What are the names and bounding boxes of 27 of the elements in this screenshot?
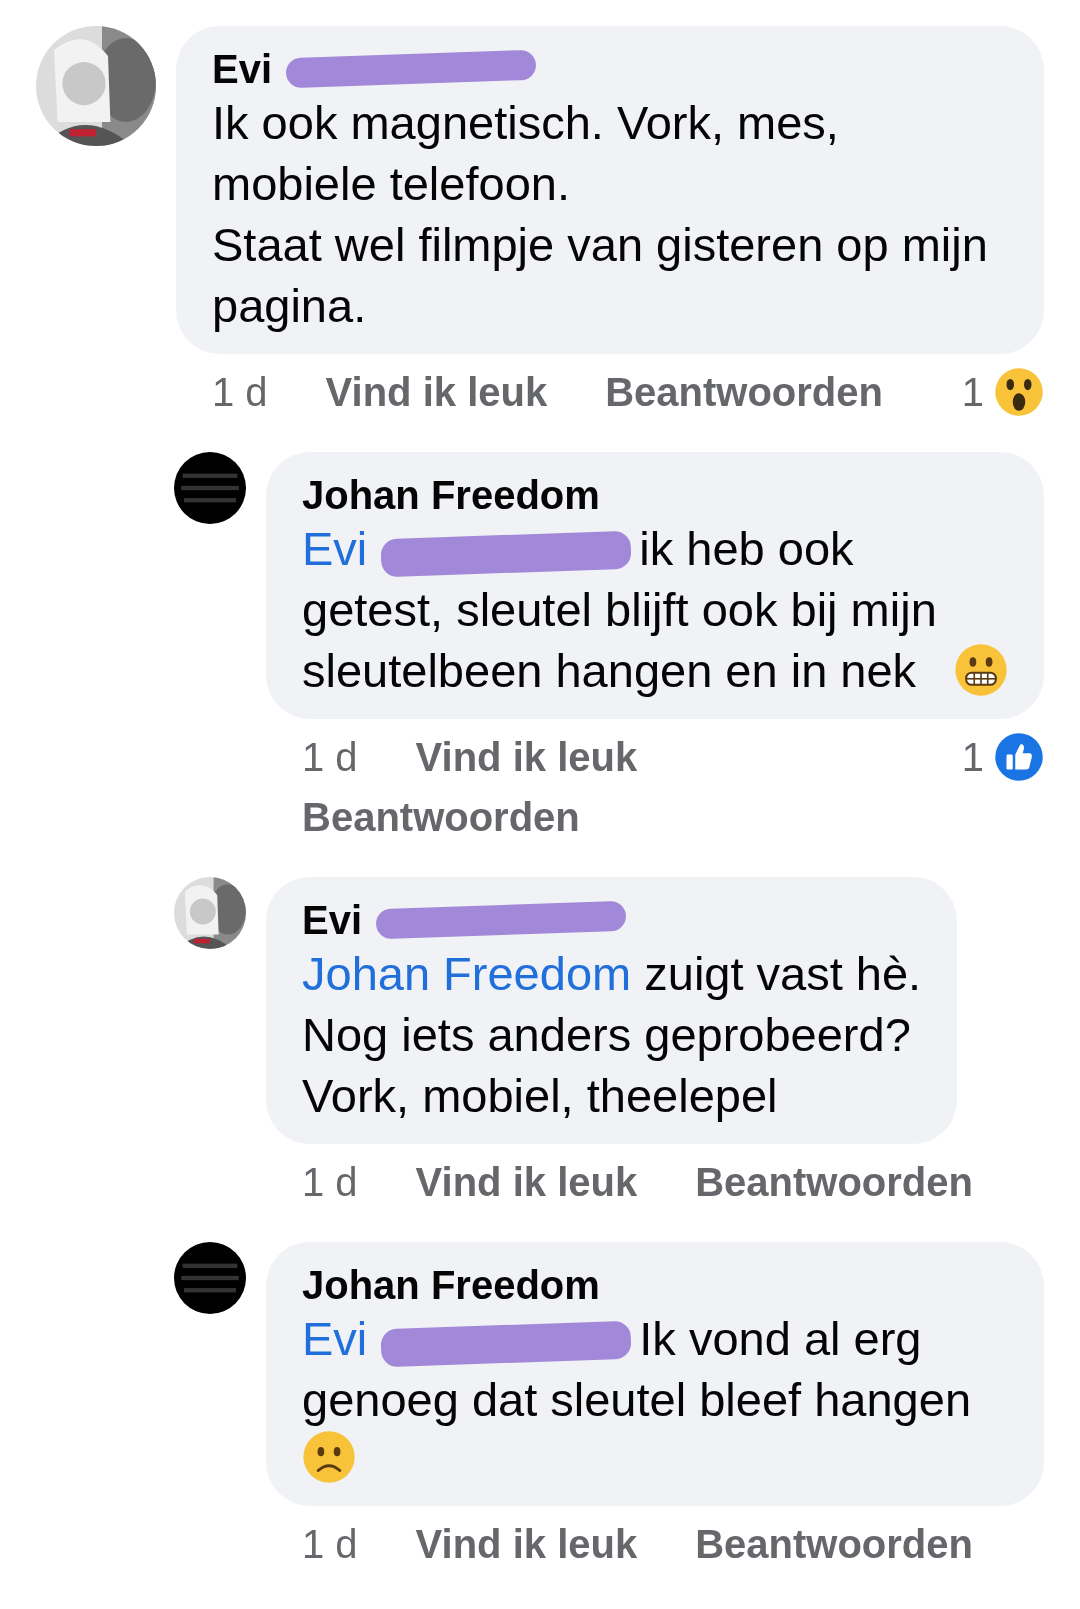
- surprised-face-icon[interactable]: [994, 367, 1044, 417]
- mention-link[interactable]: Evi: [302, 1312, 368, 1365]
- like-link[interactable]: Vind ik leuk: [325, 366, 548, 418]
- like-link[interactable]: Vind ik leuk: [415, 731, 638, 783]
- like-link[interactable]: Vind ik leuk: [415, 1518, 638, 1570]
- comment-text: Evi Ik vond al erg genoeg dat sleutel bleef hangen: [302, 1311, 972, 1428]
- author-name[interactable]: Evi: [212, 46, 273, 92]
- thumbs-up-icon[interactable]: [994, 732, 1044, 782]
- author-name[interactable]: Johan Freedom: [302, 1262, 600, 1308]
- like-link[interactable]: Vind ik leuk: [415, 1156, 638, 1208]
- comment-time: 1 d: [212, 369, 268, 416]
- reply-link[interactable]: Beantwoorden: [695, 1518, 973, 1570]
- author-name[interactable]: Johan Freedom: [302, 472, 600, 518]
- comment-time: 1 d: [302, 734, 358, 781]
- mention-link[interactable]: Evi: [302, 522, 368, 575]
- reaction-count: 1: [961, 734, 984, 781]
- reply-link[interactable]: Beantwoorden: [605, 366, 883, 418]
- mention-link[interactable]: Johan Freedom: [302, 947, 632, 1000]
- author-name[interactable]: Evi: [302, 897, 363, 943]
- comment-text: Evi ik heb ook getest, sleutel blijft ook bij mijn sleutelbeen hangen en in nek: [302, 521, 938, 699]
- reaction-count: 1: [961, 369, 984, 416]
- comment-time: 1 d: [302, 1159, 358, 1206]
- comment-time: 1 d: [302, 1521, 358, 1568]
- reply-link[interactable]: Beantwoorden: [695, 1156, 973, 1208]
- comment-text: Johan Freedom zuigt vast hè. Nog iets anders geprobeerd? Vork, mobiel, theelepel: [302, 946, 922, 1124]
- comment-text: Ik ook magnetisch. Vork, mes, mobiele telefoon. Staat wel filmpje van gisteren op mijn pagina.: [212, 95, 989, 334]
- reply-link[interactable]: Beantwoorden: [302, 791, 580, 843]
